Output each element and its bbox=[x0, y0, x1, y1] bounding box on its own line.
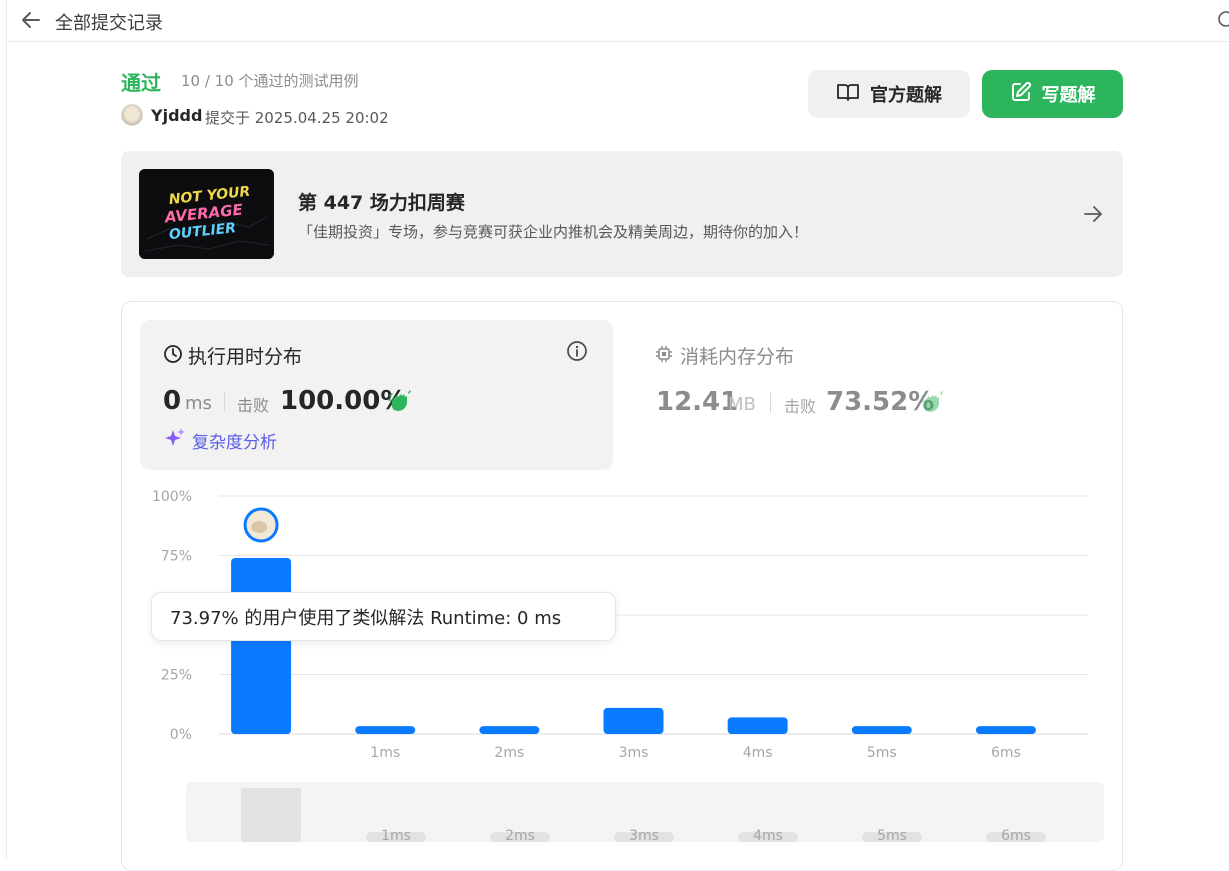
x-tick-label: 3ms bbox=[619, 745, 649, 761]
edit-icon bbox=[1010, 81, 1032, 108]
info-icon[interactable] bbox=[566, 340, 588, 362]
overview-tick-label: 2ms bbox=[505, 828, 535, 842]
y-tick-label: 75% bbox=[161, 549, 192, 565]
y-tick-label: 0% bbox=[170, 727, 192, 743]
x-tick-label: 4ms bbox=[743, 745, 773, 761]
runtime-beat-label: 击败 bbox=[237, 396, 270, 415]
tooltip-text: 73.97% 的用户使用了类似解法 Runtime: 0 ms bbox=[170, 607, 562, 629]
official-solution-label: 官方题解 bbox=[870, 85, 942, 106]
write-solution-button[interactable]: 写题解 bbox=[982, 70, 1123, 118]
complexity-analysis-label: 复杂度分析 bbox=[192, 432, 277, 453]
y-tick-label: 100% bbox=[152, 489, 192, 505]
y-tick-label: 25% bbox=[161, 668, 192, 684]
sparkle-icon bbox=[164, 427, 186, 453]
divider bbox=[770, 393, 771, 413]
overview-tick-label: 3ms bbox=[629, 828, 659, 842]
write-solution-label: 写题解 bbox=[1041, 85, 1096, 106]
arrow-right-icon bbox=[1081, 202, 1105, 226]
divider bbox=[224, 392, 225, 412]
left-divider bbox=[6, 0, 7, 859]
overview-tick-label: 4ms bbox=[753, 828, 783, 842]
clapping-hands-icon bbox=[920, 391, 944, 415]
x-tick-label: 5ms bbox=[867, 745, 897, 761]
chart-bar bbox=[727, 717, 788, 734]
chart-bar bbox=[355, 726, 416, 734]
chart-tooltip: 73.97% 的用户使用了类似解法 Runtime: 0 ms bbox=[151, 592, 616, 641]
x-tick-label: 1ms bbox=[370, 745, 400, 761]
banner-title: 第 447 场力扣周赛 bbox=[298, 192, 465, 214]
chart-bar bbox=[975, 726, 1036, 734]
contest-banner[interactable]: NOT YOUR AVERAGE OUTLIER 第 447 场力扣周赛 「佳期… bbox=[121, 151, 1123, 277]
overview-tick-label: 5ms bbox=[877, 828, 907, 842]
username[interactable]: Yjddd bbox=[151, 106, 202, 125]
memory-title: 消耗内存分布 bbox=[680, 346, 795, 368]
link-icon[interactable] bbox=[1217, 10, 1229, 28]
avatar-figure bbox=[251, 520, 268, 533]
avatar[interactable] bbox=[121, 104, 143, 126]
runtime-unit: ms bbox=[185, 393, 212, 414]
overview-tick-label: 6ms bbox=[1001, 828, 1031, 842]
memory-unit: MB bbox=[728, 394, 756, 415]
page-title: 全部提交记录 bbox=[55, 13, 163, 34]
testcase-summary: 10 / 10 个通过的测试用例 bbox=[181, 72, 359, 90]
memory-beat-percent: 73.52% bbox=[826, 387, 935, 417]
runtime-title: 执行用时分布 bbox=[188, 346, 303, 368]
memory-value: 12.41 bbox=[656, 387, 739, 417]
top-bar: 全部提交记录 bbox=[7, 0, 1229, 42]
accepted-status: 通过 bbox=[121, 71, 161, 95]
chart-bar bbox=[603, 707, 664, 734]
arrow-left-icon[interactable] bbox=[19, 8, 43, 32]
complexity-analysis-button[interactable]: 复杂度分析 bbox=[164, 427, 277, 453]
chart-bar bbox=[851, 726, 912, 734]
submission-time: 提交于 2025.04.25 20:02 bbox=[205, 109, 389, 127]
x-tick-label: 2ms bbox=[494, 745, 524, 761]
contest-banner-image: NOT YOUR AVERAGE OUTLIER bbox=[139, 169, 274, 259]
runtime-value: 0 bbox=[163, 386, 182, 416]
memory-beat-label: 击败 bbox=[784, 397, 817, 416]
chart-bar bbox=[479, 726, 540, 734]
chart-bar bbox=[231, 557, 292, 734]
open-book-icon bbox=[836, 82, 860, 107]
clock-icon bbox=[163, 344, 183, 364]
runtime-distribution-tab[interactable]: 执行用时分布 0 ms 击败 100.00% 复杂度分析 bbox=[140, 320, 613, 470]
official-solution-button[interactable]: 官方题解 bbox=[808, 70, 970, 118]
x-tick-label: 6ms bbox=[991, 745, 1021, 761]
chart-overview-slider[interactable]: 1ms 2ms 3ms 4ms 5ms 6ms bbox=[186, 782, 1104, 842]
banner-subtitle: 「佳期投资」专场，参与竞赛可获企业内推机会及精美周边，期待你的加入！ bbox=[298, 223, 809, 241]
overview-handle bbox=[241, 788, 301, 842]
chip-icon bbox=[654, 344, 674, 364]
clapping-hands-icon bbox=[388, 390, 412, 414]
overview-tick-label: 1ms bbox=[381, 828, 411, 842]
